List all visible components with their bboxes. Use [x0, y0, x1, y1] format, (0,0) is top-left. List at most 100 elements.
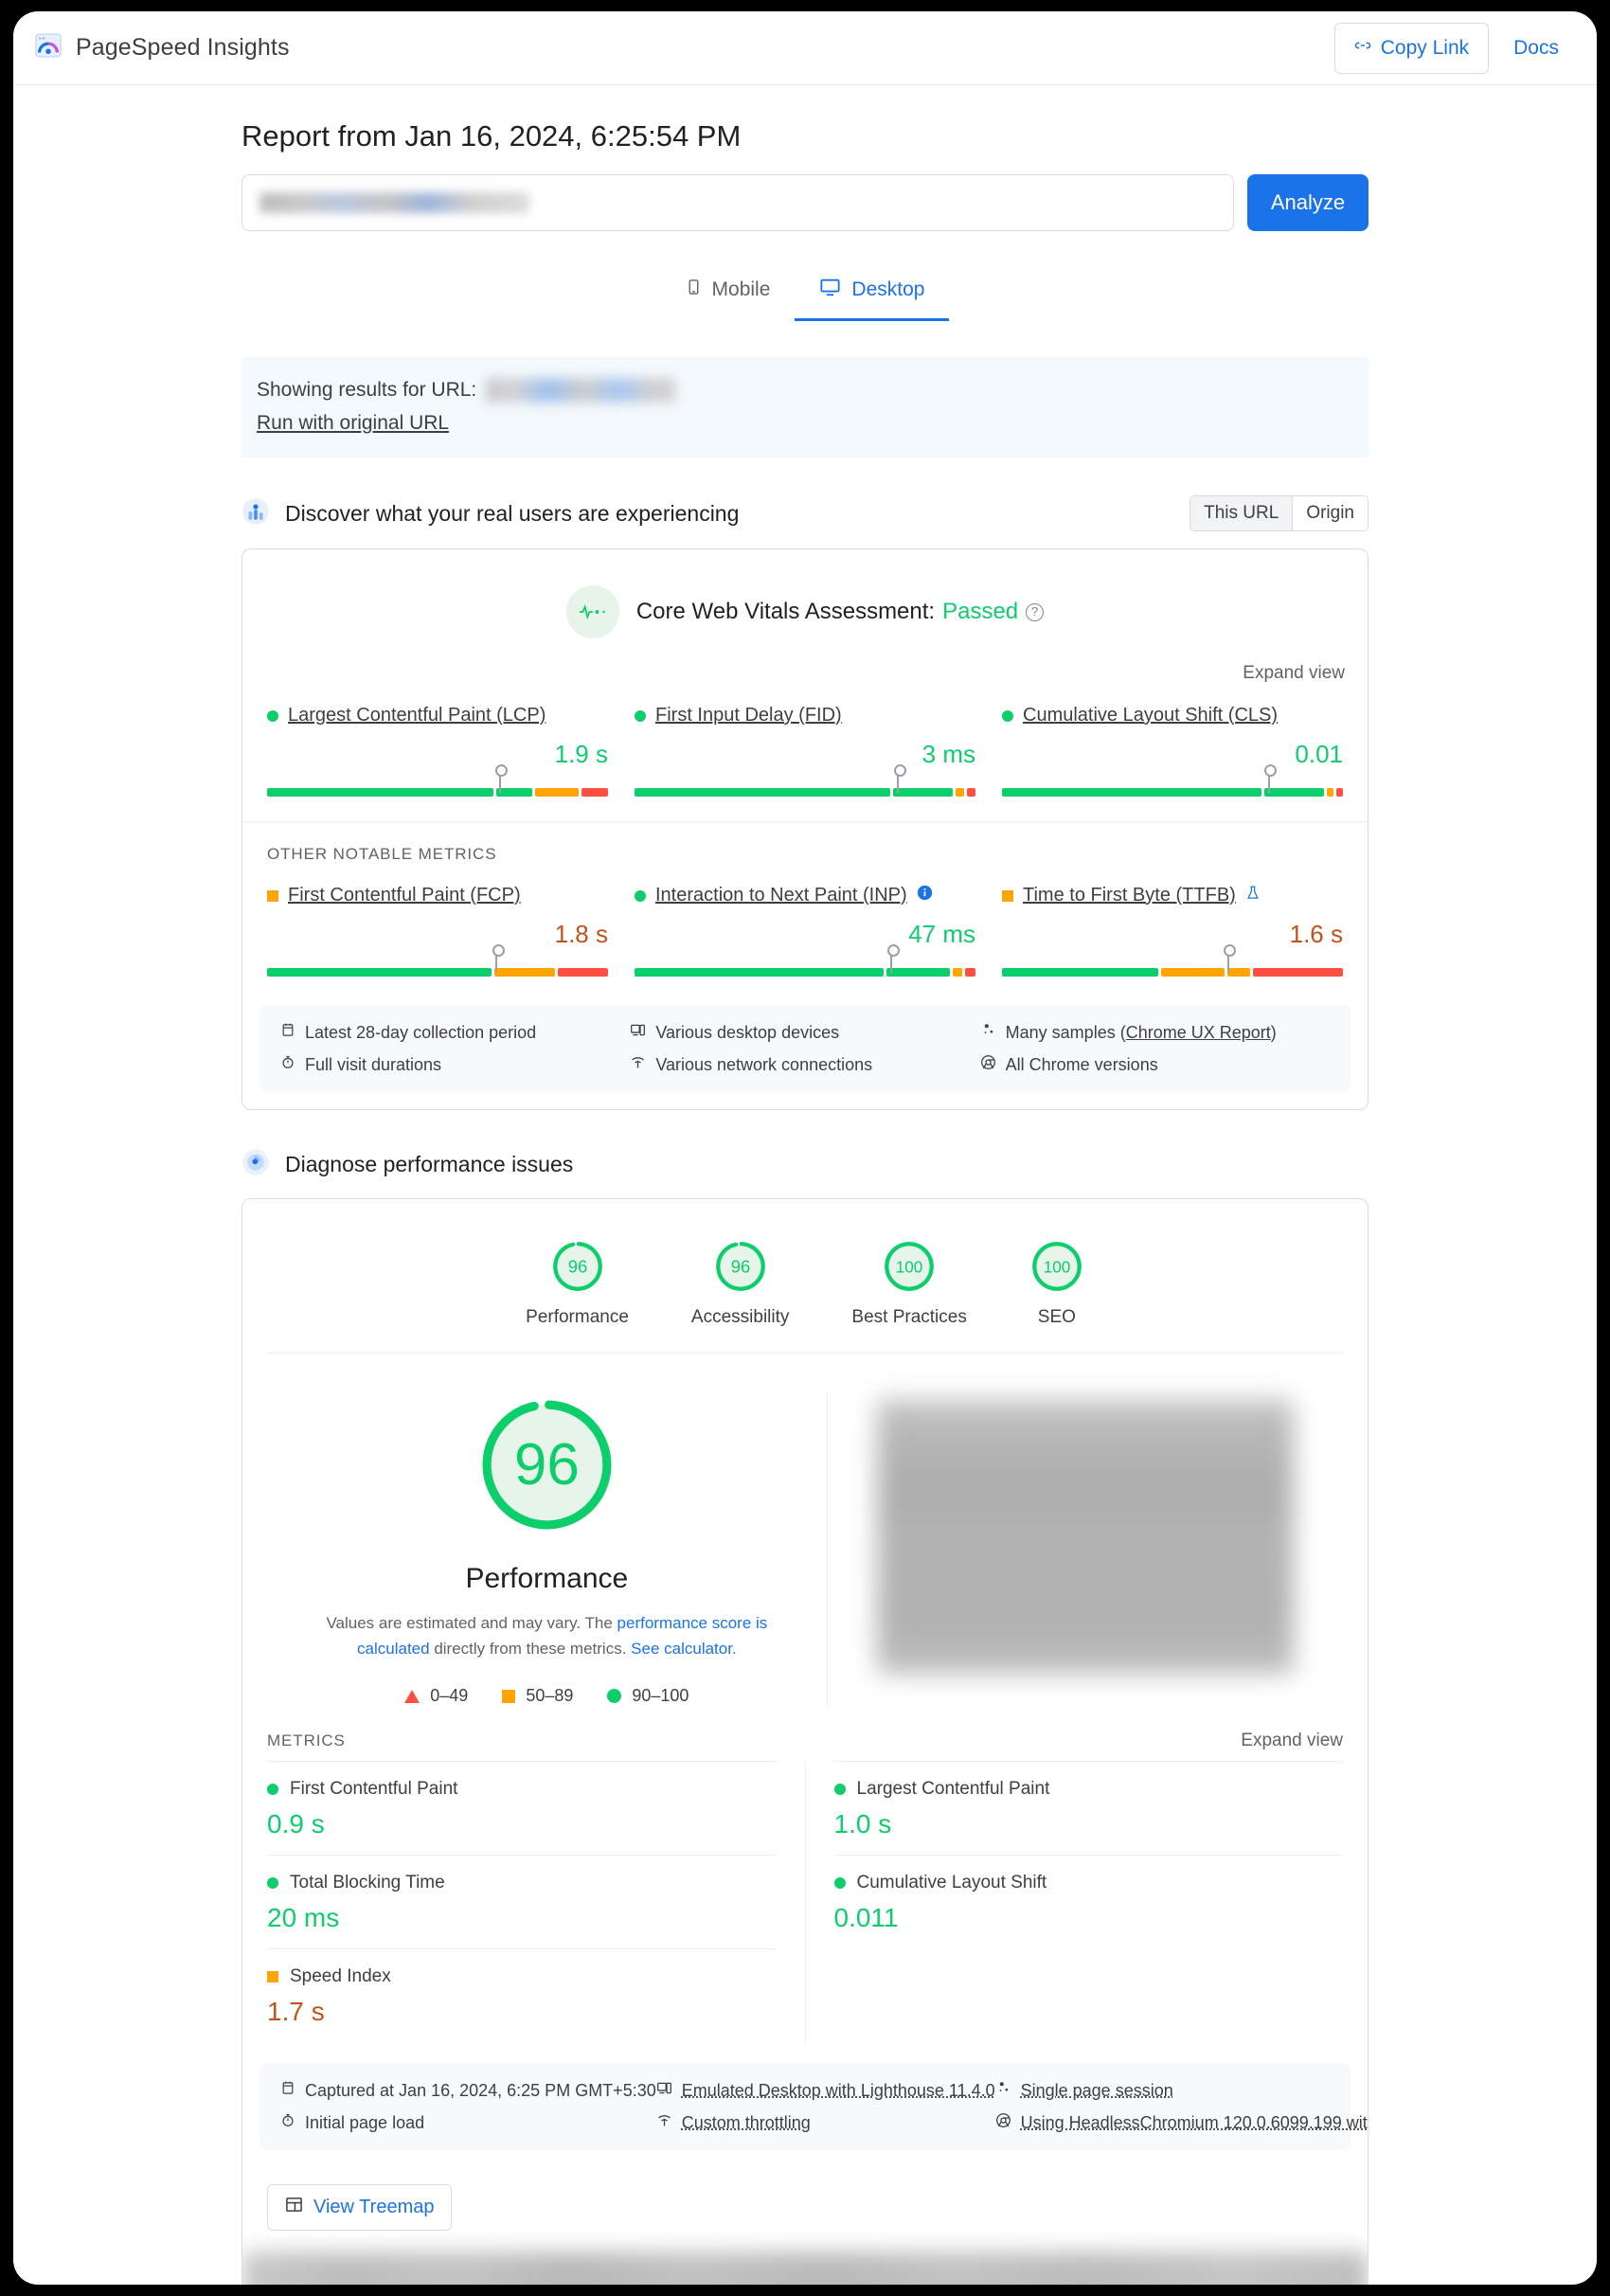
lab-metrics-header: METRICS Expand view	[242, 1706, 1368, 1761]
tab-desktop-label: Desktop	[851, 278, 925, 300]
help-icon[interactable]: ?	[1026, 602, 1045, 621]
lab-metrics-title: METRICS	[267, 1731, 346, 1750]
field-footer-col-1: Latest 28-day collection period Full vis…	[280, 1022, 630, 1075]
metric-inp-value: 47 ms	[908, 920, 975, 948]
lab-footer-col-3: Single page session Using HeadlessChromi…	[995, 2080, 1368, 2133]
gauge-best-practices[interactable]: 100 Best Practices	[851, 1239, 967, 1328]
metric-lcp-marker	[495, 764, 509, 793]
tab-desktop[interactable]: Desktop	[795, 265, 950, 321]
metric-inp-label[interactable]: Interaction to Next Paint (INP)	[655, 885, 907, 906]
field-footer-text: Full visit durations	[305, 1054, 442, 1074]
lab-metric-fcp-label: First Contentful Paint	[290, 1779, 458, 1800]
gauge-seo-label: SEO	[1037, 1307, 1076, 1327]
field-expand-view-link[interactable]: Expand view	[242, 648, 1368, 684]
analyze-form: Analyze	[242, 174, 1368, 231]
gauge-seo[interactable]: 100 SEO	[1029, 1239, 1084, 1328]
field-data-card: Core Web Vitals Assessment: Passed ? Exp…	[242, 548, 1368, 1110]
legend-poor: 0–49	[404, 1686, 468, 1706]
lab-footer-text[interactable]: Single page session	[1021, 2081, 1173, 2101]
brand-title: PageSpeed Insights	[76, 34, 290, 61]
experimental-icon[interactable]	[1245, 885, 1261, 906]
status-dot-good	[635, 709, 646, 722]
metric-cls-label[interactable]: Cumulative Layout Shift (CLS)	[1023, 705, 1278, 726]
page-screenshot-redacted	[876, 1399, 1294, 1674]
devices-icon	[656, 2080, 672, 2101]
calendar-icon	[280, 1022, 295, 1043]
run-with-original-url-link[interactable]: Run with original URL	[257, 412, 449, 435]
lab-footer-text[interactable]: Custom throttling	[682, 2113, 811, 2133]
legend-poor-range: 0–49	[430, 1686, 469, 1706]
lab-footer-text[interactable]: Using HeadlessChromium 120.0.6099.199 wi…	[1021, 2113, 1368, 2133]
big-score-block: 96 Performance Values are estimated and …	[267, 1391, 827, 1706]
network-icon	[630, 1054, 646, 1075]
status-dot-good	[267, 1877, 278, 1890]
metric-fid-name: First Input Delay (FID)	[635, 705, 975, 726]
copy-link-button[interactable]: Copy Link	[1333, 22, 1490, 74]
lab-metric-cls-label: Cumulative Layout Shift	[856, 1873, 1047, 1893]
metric-fid: First Input Delay (FID) 3 ms	[635, 705, 1002, 797]
lab-data-card: 96 Performance 96 Accessibility 100 Best…	[242, 1198, 1368, 2285]
svg-text:100: 100	[896, 1258, 923, 1277]
page-screenshot	[826, 1391, 1343, 1707]
metric-cls-bar	[1002, 764, 1344, 797]
lab-metrics-right-column: Largest Contentful Paint 1.0 s Cumulativ…	[804, 1761, 1344, 2043]
view-treemap-label: View Treemap	[313, 2197, 435, 2218]
docs-link[interactable]: Docs	[1496, 37, 1576, 60]
status-dot-good	[833, 1784, 846, 1796]
lab-footer-text[interactable]: Emulated Desktop with Lighthouse 11.4.0	[682, 2081, 995, 2101]
metric-inp-marker	[886, 944, 900, 973]
analyze-button[interactable]: Analyze	[1247, 174, 1368, 231]
lab-footer-text: Captured at Jan 16, 2024, 6:25 PM GMT+5:…	[305, 2080, 656, 2100]
lab-footer-item: Emulated Desktop with Lighthouse 11.4.0	[656, 2080, 995, 2101]
scope-origin[interactable]: Origin	[1293, 496, 1368, 530]
url-input[interactable]	[242, 174, 1234, 231]
other-metrics-grid: First Contentful Paint (FCP) 1.8 s Inter…	[242, 864, 1368, 984]
gauge-best-practices-label: Best Practices	[851, 1307, 967, 1327]
metric-lcp-label[interactable]: Largest Contentful Paint (LCP)	[288, 705, 546, 726]
metric-ttfb-label[interactable]: Time to First Byte (TTFB)	[1023, 885, 1236, 906]
metric-fid-label[interactable]: First Input Delay (FID)	[655, 705, 842, 726]
desktop-icon	[819, 277, 841, 303]
field-footer-item: Many samples (Chrome UX Report)	[980, 1022, 1330, 1043]
lab-metric-lcp-label: Largest Contentful Paint	[856, 1779, 1050, 1800]
legend-good-range: 90–100	[632, 1686, 689, 1706]
form-factor-tabs: Mobile Desktop	[242, 265, 1368, 321]
svg-text:100: 100	[1044, 1258, 1071, 1277]
lab-metric-speed-index-value: 1.7 s	[267, 1997, 325, 2027]
top-bar: PageSpeed Insights Copy Link Docs	[13, 11, 1597, 85]
field-footer-col-3: Many samples (Chrome UX Report) All Chro…	[980, 1022, 1330, 1075]
big-gauge: 96	[474, 1391, 620, 1538]
gauge-accessibility[interactable]: 96 Accessibility	[691, 1239, 789, 1328]
lab-metric-lcp: Largest Contentful Paint 1.0 s	[833, 1761, 1344, 1855]
diagnose-icon	[242, 1148, 270, 1181]
lab-metric-tbt-value: 20 ms	[267, 1903, 340, 1933]
metric-fcp-label[interactable]: First Contentful Paint (FCP)	[288, 885, 521, 906]
lab-metric-lcp-name: Largest Contentful Paint	[833, 1779, 1344, 1800]
tab-mobile[interactable]: Mobile	[661, 265, 796, 321]
lab-section-title: Diagnose performance issues	[285, 1152, 574, 1176]
cwv-assessment-result: Passed	[942, 599, 1019, 624]
app-window: PageSpeed Insights Copy Link Docs Report…	[13, 11, 1597, 2285]
results-url-line: Showing results for URL:	[257, 378, 1353, 403]
field-footer-item: All Chrome versions	[980, 1054, 1330, 1075]
view-treemap-button[interactable]: View Treemap	[267, 2184, 453, 2232]
metric-fcp-bar	[267, 944, 608, 977]
gauge-performance[interactable]: 96 Performance	[526, 1239, 629, 1328]
cwv-assessment-text: Core Web Vitals Assessment: Passed ?	[636, 599, 1045, 625]
performance-summary: 96 Performance Values are estimated and …	[242, 1354, 1368, 1707]
lab-footer-item: Custom throttling	[656, 2112, 995, 2133]
metric-ttfb-name: Time to First Byte (TTFB)	[1002, 885, 1343, 906]
lab-section-header: Diagnose performance issues	[242, 1148, 1368, 1181]
brand[interactable]: PageSpeed Insights	[34, 31, 290, 64]
see-calculator-link[interactable]: See calculator.	[631, 1640, 737, 1658]
svg-text:96: 96	[567, 1257, 587, 1277]
scope-this-url[interactable]: This URL	[1190, 496, 1294, 530]
lab-metrics-rows: First Contentful Paint 0.9 s Total Block…	[242, 1761, 1368, 2043]
info-icon[interactable]	[917, 885, 933, 906]
chrome-ux-report-link[interactable]: Chrome UX Report	[1126, 1023, 1271, 1042]
lab-metrics-expand-link[interactable]: Expand view	[1241, 1731, 1343, 1751]
metric-cls: Cumulative Layout Shift (CLS) 0.01	[1002, 705, 1344, 797]
content-wrap: Report from Jan 16, 2024, 6:25:54 PM Ana…	[242, 119, 1368, 321]
field-section-header: Discover what your real users are experi…	[242, 495, 1368, 531]
pagespeed-logo-icon	[34, 31, 63, 64]
